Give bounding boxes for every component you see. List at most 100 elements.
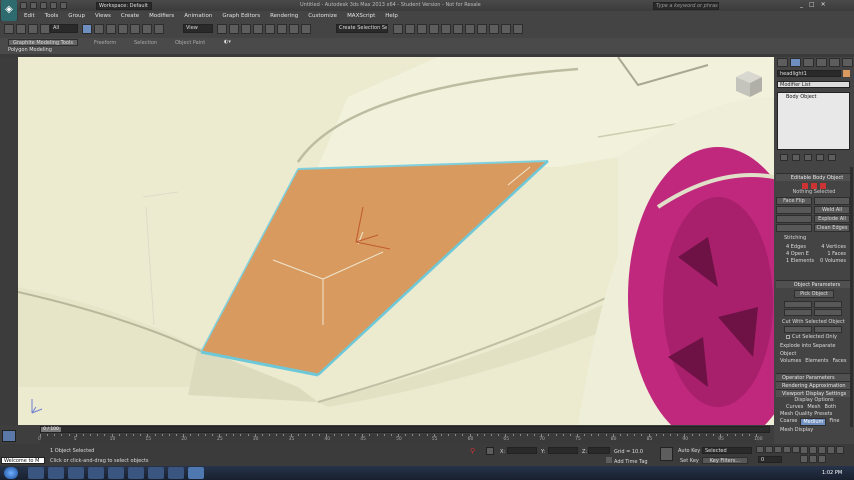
percent-snap-icon[interactable] (277, 24, 287, 34)
browser-icon[interactable] (68, 467, 84, 479)
zoom-all-icon[interactable] (809, 446, 817, 454)
minimize-icon[interactable]: _ (800, 1, 803, 8)
rollout-viewport-display[interactable]: Viewport Display Settings (776, 389, 852, 397)
selection-filter-dropdown[interactable]: All (50, 24, 78, 33)
zoom-icon[interactable] (800, 446, 808, 454)
keyboard-shortcut-icon[interactable] (241, 24, 251, 34)
cut-selected-only-checkbox[interactable] (786, 335, 790, 339)
explode-faces-tab[interactable]: Faces (833, 358, 847, 364)
open-file-icon[interactable] (30, 2, 37, 9)
menu-animation[interactable]: Animation (184, 11, 212, 21)
time-tag-icon[interactable] (606, 457, 612, 463)
edit-named-selection-icon[interactable] (301, 24, 311, 34)
link-icon[interactable] (16, 24, 26, 34)
track-bar[interactable]: 0 5 10 15 20 25 30 35 40 45 50 55 60 65 70 75 80 85 90 95 10… (38, 434, 763, 444)
rollout-rendering-approximation[interactable]: Rendering Approximation (776, 381, 852, 389)
reference-coordinate-dropdown[interactable]: View (183, 24, 213, 33)
x-coordinate-field[interactable] (507, 447, 537, 454)
unlink-icon[interactable] (28, 24, 38, 34)
time-slider[interactable]: 0 / 100 (40, 426, 770, 433)
maximize-icon[interactable]: □ (809, 1, 815, 8)
auto-key-label[interactable]: Auto Key (678, 448, 700, 454)
rotate-icon[interactable] (142, 24, 152, 34)
menu-views[interactable]: Views (95, 11, 111, 21)
make-unique-icon[interactable] (804, 154, 812, 161)
menu-tools[interactable]: Tools (45, 11, 59, 21)
lock-selection-icon[interactable]: ⚲ (470, 447, 475, 455)
rollout-editable-body[interactable]: Editable Body Object (776, 173, 852, 181)
menu-graph-editors[interactable]: Graph Editors (222, 11, 260, 21)
select-by-name-icon[interactable] (94, 24, 104, 34)
render-production-icon[interactable] (501, 24, 511, 34)
y-coordinate-field[interactable] (548, 447, 578, 454)
3dsmax-taskbar-icon[interactable] (188, 467, 204, 479)
pan-icon[interactable] (800, 455, 808, 463)
weld-all-button[interactable]: Weld All (814, 206, 850, 214)
radio-curves[interactable]: Curves (786, 404, 803, 411)
redo-icon[interactable] (60, 2, 67, 9)
undo-icon[interactable] (50, 2, 57, 9)
align-icon[interactable] (405, 24, 415, 34)
spinner-snap-icon[interactable] (289, 24, 299, 34)
search-input[interactable]: Type a keyword or phrase (653, 2, 719, 10)
app-icon-2[interactable] (108, 467, 124, 479)
render-setup-icon[interactable] (477, 24, 487, 34)
hierarchy-tab-icon[interactable] (803, 58, 814, 67)
set-key-icon[interactable] (660, 447, 673, 461)
key-filters-button[interactable]: Key Filters... (702, 457, 748, 464)
radio-both[interactable]: Both (825, 404, 837, 411)
menu-group[interactable]: Group (68, 11, 85, 21)
menu-edit[interactable]: Edit (24, 11, 35, 21)
utilities-tab-icon[interactable] (842, 58, 853, 67)
previous-frame-icon[interactable] (765, 446, 773, 453)
layer-manager-icon[interactable] (417, 24, 427, 34)
material-editor-icon[interactable] (465, 24, 475, 34)
app-icon-1[interactable] (88, 467, 104, 479)
motion-tab-icon[interactable] (816, 58, 827, 67)
pivot-center-icon[interactable] (217, 24, 227, 34)
modify-tab-icon[interactable] (790, 58, 801, 67)
time-slider-thumb[interactable]: 0 / 100 (41, 427, 61, 432)
z-coordinate-field[interactable] (588, 447, 610, 454)
tab-selection[interactable]: Selection (134, 40, 157, 46)
snap-toggle-icon[interactable] (253, 24, 263, 34)
mini-curve-editor-icon[interactable] (2, 430, 16, 442)
app-icon-4[interactable] (148, 467, 164, 479)
play-icon[interactable] (774, 446, 782, 453)
explode-volumes-tab[interactable]: Volumes (780, 358, 801, 364)
explode-all-button[interactable]: Explode All (814, 215, 850, 223)
field-of-view-icon[interactable] (836, 446, 844, 454)
tab-object-paint[interactable]: Object Paint (175, 40, 205, 46)
tab-graphite-modeling-tools[interactable]: Graphite Modeling Tools (8, 39, 78, 46)
object-name-field[interactable]: headlight1 (777, 70, 841, 77)
save-icon[interactable] (40, 2, 47, 9)
radio-mesh[interactable]: Mesh (807, 404, 820, 411)
go-to-end-icon[interactable] (792, 446, 800, 453)
move-icon[interactable] (130, 24, 140, 34)
configure-sets-icon[interactable] (828, 154, 836, 161)
remove-modifier-icon[interactable] (816, 154, 824, 161)
angle-snap-icon[interactable] (265, 24, 275, 34)
rollout-object-parameters[interactable]: Object Parameters (776, 280, 852, 288)
named-selection-dropdown[interactable]: Create Selection Se (336, 24, 388, 33)
set-key-label[interactable]: Set Key (680, 458, 699, 464)
undo-tool-icon[interactable] (4, 24, 14, 34)
render-teapot-icon[interactable] (513, 24, 523, 34)
object-color-swatch[interactable] (843, 70, 850, 77)
orbit-icon[interactable] (809, 455, 817, 463)
zoom-extents-all-icon[interactable] (827, 446, 835, 454)
new-file-icon[interactable] (20, 2, 27, 9)
explorer-icon[interactable] (28, 467, 44, 479)
current-frame-field[interactable]: 0 (758, 456, 782, 463)
ribbon-sub-label[interactable]: Polygon Modeling (8, 47, 52, 53)
mirror-icon[interactable] (393, 24, 403, 34)
face-flip-button[interactable]: Face Flip (776, 197, 812, 205)
menu-modifiers[interactable]: Modifiers (149, 11, 174, 21)
app-icon-3[interactable] (128, 467, 144, 479)
menu-create[interactable]: Create (121, 11, 139, 21)
create-tab-icon[interactable] (777, 58, 788, 67)
absolute-mode-icon[interactable] (486, 447, 494, 455)
explode-elements-tab[interactable]: Elements (805, 358, 828, 364)
rollout-operator-parameters[interactable]: Operator Parameters (776, 373, 852, 381)
go-to-start-icon[interactable] (756, 446, 764, 453)
